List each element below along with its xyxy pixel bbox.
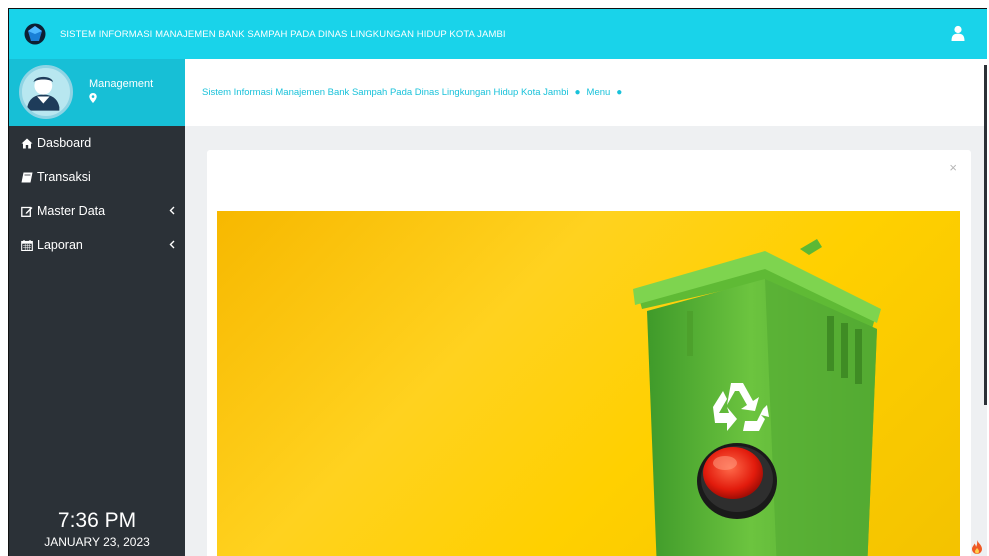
- sidebar-item-transaksi[interactable]: Transaksi: [9, 160, 185, 194]
- recycle-bin-illustration: [633, 239, 881, 556]
- sidebar-item-label: Master Data: [37, 204, 106, 218]
- sidebar-item-label: Laporan: [37, 238, 83, 252]
- avatar-icon: [22, 68, 65, 111]
- map-marker-icon: [89, 93, 97, 103]
- sidebar: Management Dasboard Transaksi Master Dat…: [9, 59, 185, 556]
- breadcrumb: Sistem Informasi Manajemen Bank Sampah P…: [185, 59, 987, 126]
- sidebar-item-laporan[interactable]: Laporan: [9, 228, 185, 262]
- chevron-left-icon[interactable]: [169, 240, 175, 249]
- book-icon: [20, 171, 33, 183]
- breadcrumb-separator: ●: [616, 87, 623, 98]
- content-card: ×: [207, 150, 971, 556]
- user-profile-panel: Management: [9, 59, 185, 126]
- sidebar-item-label: Dasboard: [37, 136, 92, 150]
- app-title: SISTEM INFORMASI MANAJEMEN BANK SAMPAH P…: [60, 28, 506, 40]
- calendar-icon: [20, 239, 33, 251]
- clock-time: 7:36 PM: [57, 509, 137, 532]
- breadcrumb-item-menu[interactable]: Menu: [587, 87, 611, 98]
- sidebar-menu: Dasboard Transaksi Master Data Laporan: [9, 126, 185, 262]
- banner-image: [217, 211, 960, 556]
- page-scrollbar[interactable]: [984, 65, 987, 405]
- avatar[interactable]: [19, 65, 73, 119]
- breadcrumb-separator: ●: [574, 87, 581, 98]
- breadcrumb-item-home[interactable]: Sistem Informasi Manajemen Bank Sampah P…: [202, 87, 568, 98]
- sidebar-item-label: Transaksi: [37, 170, 91, 184]
- sidebar-item-master-data[interactable]: Master Data: [9, 194, 185, 228]
- sidebar-item-dasboard[interactable]: Dasboard: [9, 126, 185, 160]
- app-page: SISTEM INFORMASI MANAJEMEN BANK SAMPAH P…: [8, 8, 987, 556]
- close-button[interactable]: ×: [949, 160, 957, 175]
- gem-logo-icon[interactable]: [24, 23, 46, 45]
- sidebar-clock: 7:36 PM JANUARY 23, 2023: [9, 503, 185, 556]
- clock-date: JANUARY 23, 2023: [44, 535, 150, 549]
- home-icon: [20, 137, 33, 149]
- profile-name: Management: [89, 78, 154, 90]
- chevron-left-icon[interactable]: [169, 206, 175, 215]
- top-navbar: SISTEM INFORMASI MANAJEMEN BANK SAMPAH P…: [9, 9, 987, 59]
- flame-icon[interactable]: [971, 540, 983, 554]
- edit-icon: [20, 205, 33, 217]
- user-icon[interactable]: [951, 25, 965, 41]
